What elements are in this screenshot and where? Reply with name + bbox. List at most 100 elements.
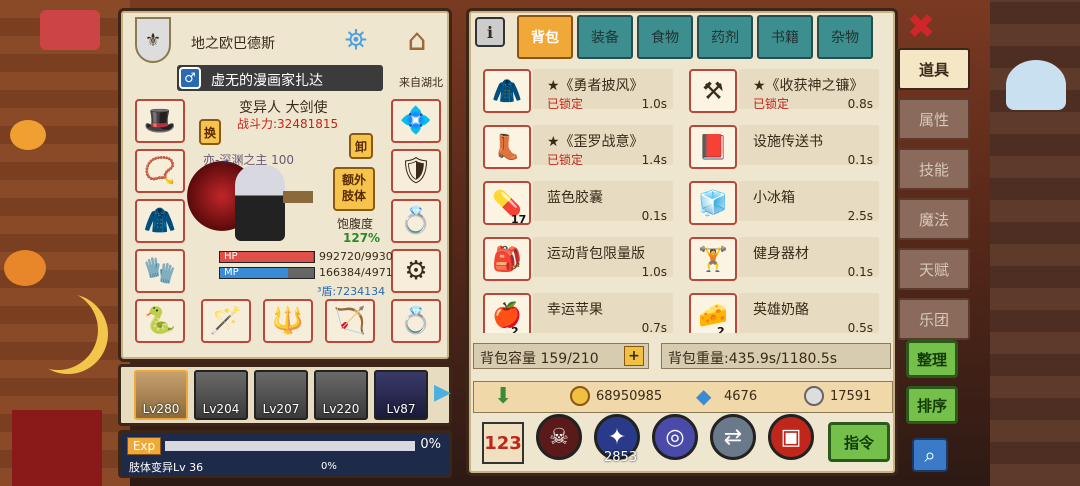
staff-icon: 🪄 <box>209 306 243 336</box>
red-cabinet <box>12 410 102 486</box>
tab-1[interactable]: 装备 <box>577 15 633 59</box>
item-locked: 已锁定 <box>547 153 584 167</box>
demon-skull-icon[interactable]: ☠ <box>536 414 582 460</box>
side-tab-2[interactable]: 技能 <box>898 148 970 190</box>
capacity-box: 背包容量 159/210 + <box>473 343 649 369</box>
satiety-label: 饱腹度 <box>337 217 374 231</box>
side-tab-4[interactable]: 天赋 <box>898 248 970 290</box>
hp-value: 992720/9930 <box>319 250 393 263</box>
accessory-slot[interactable]: 💍 <box>391 199 441 243</box>
party-member-2[interactable]: Lv204 <box>194 370 248 420</box>
swap-button[interactable]: 换 <box>199 119 221 145</box>
party-member-4[interactable]: Lv220 <box>314 370 368 420</box>
gun-icon <box>283 191 313 203</box>
item-weight: 0.5s <box>847 321 873 333</box>
party-member-5[interactable]: Lv87 <box>374 370 428 420</box>
weapon-slot-3[interactable]: 🏹 <box>325 299 375 343</box>
item-weight: 1.0s <box>641 265 667 279</box>
item-name: 幸运苹果 <box>547 302 603 318</box>
unload-button[interactable]: 卸 <box>349 133 373 159</box>
pumpkin-decoration <box>10 120 46 150</box>
hanger-icon[interactable]: ⌂ <box>389 17 445 63</box>
helmet-slot[interactable]: 🎩 <box>135 99 185 143</box>
gold-coin-icon <box>570 386 590 406</box>
swap-arrows-icon[interactable]: ⇄ <box>710 414 756 460</box>
inventory-item[interactable]: 🎒 运动背包限量版 1.0s <box>473 233 673 285</box>
tab-2[interactable]: 食物 <box>637 15 693 59</box>
extra-limb-button[interactable]: 额外 肢体 <box>333 167 375 211</box>
command-button[interactable]: 指令 <box>828 422 890 462</box>
item-weight: 1.4s <box>641 153 667 167</box>
weight-label: 背包重量:435.9s/1180.5s <box>668 351 838 367</box>
transfer-book-icon[interactable]: ▣ <box>768 414 814 460</box>
gem-slot[interactable]: 💠 <box>391 99 441 143</box>
limb-mutation-percent: 0% <box>321 461 337 472</box>
inventory-item[interactable]: 🧥 ★《勇者披风》 已锁定 1.0s <box>473 65 673 117</box>
inventory-item[interactable]: 💊 蓝色胶囊 0.1s 17 <box>473 177 673 229</box>
inventory-item[interactable]: 👢 ★《歪罗战意》 已锁定 1.4s <box>473 121 673 173</box>
belt-slot[interactable]: ⚙ <box>391 249 441 293</box>
amulet-icon: 📿 <box>143 156 177 186</box>
side-tab-1[interactable]: 属性 <box>898 98 970 140</box>
item-count: 17 <box>511 213 527 226</box>
weapon-slot-2[interactable]: 🔱 <box>263 299 313 343</box>
armor-slot[interactable]: 🧥 <box>135 199 185 243</box>
tab-3[interactable]: 药剂 <box>697 15 753 59</box>
gem-amount: 4676 <box>724 389 758 404</box>
side-tab-3[interactable]: 魔法 <box>898 198 970 240</box>
party-member-level: Lv280 <box>142 402 180 416</box>
magic-circle-icon[interactable]: ◎ <box>652 414 698 460</box>
necklace-slot[interactable]: 📿 <box>135 149 185 193</box>
exp-panel: Exp 0% 肢体变异Lv 36 0% <box>118 430 452 478</box>
apple-icon: 🍎 <box>483 293 531 333</box>
gear-armor-icon: ⚙ <box>404 256 428 286</box>
download-icon[interactable]: ⬇ <box>494 384 512 409</box>
info-icon[interactable]: ℹ <box>475 17 505 47</box>
inventory-item[interactable]: 🍎 幸运苹果 0.7s 2 <box>473 289 673 333</box>
tab-5[interactable]: 杂物 <box>817 15 873 59</box>
party-member-level: Lv207 <box>262 402 300 416</box>
sort-button[interactable]: 整理 <box>906 340 958 378</box>
item-name: 英雄奶酪 <box>753 302 809 318</box>
inventory-item[interactable]: 🧀 英雄奶酪 0.5s 2 <box>679 289 879 333</box>
currency-bar: ⬇ 68950985 ◆ 4676 17591 <box>473 381 893 413</box>
close-icon[interactable]: ✖ <box>904 7 938 47</box>
weapon-slot-1[interactable]: 🪄 <box>201 299 251 343</box>
numbered-list-icon[interactable]: 123 <box>482 422 524 464</box>
order-button[interactable]: 排序 <box>906 386 958 424</box>
item-name: 设施传送书 <box>753 134 823 150</box>
inventory-item[interactable]: 🧊 小冰箱 2.5s <box>679 177 879 229</box>
shoulder-slot[interactable]: 🛡 <box>391 149 441 193</box>
exp-percent: 0% <box>420 437 441 452</box>
tab-0[interactable]: 背包 <box>517 15 573 59</box>
mp-bar: MP <box>219 267 315 279</box>
gloves-slot[interactable]: 🧤 <box>135 249 185 293</box>
side-tab-5[interactable]: 乐团 <box>898 298 970 340</box>
expand-capacity-button[interactable]: + <box>624 346 644 366</box>
scythe-icon: ⚒ <box>689 69 737 113</box>
inventory-item[interactable]: ⚒ ★《收获神之镰》 已锁定 0.8s <box>679 65 879 117</box>
party-member-3[interactable]: Lv207 <box>254 370 308 420</box>
silver-amount: 17591 <box>830 389 872 404</box>
ring-slot-1[interactable]: 🐍 <box>135 299 185 343</box>
character-title: 虚无的漫画家扎达 <box>211 73 323 89</box>
item-name: ★《收获神之镰》 <box>753 78 864 94</box>
tab-4[interactable]: 书籍 <box>757 15 813 59</box>
backpack-icon: 🎒 <box>483 237 531 281</box>
arrow-right-icon[interactable]: ▶ <box>434 380 451 405</box>
overlay-text: 亦-深渊之主 100 <box>203 153 295 167</box>
item-locked: 已锁定 <box>547 97 584 111</box>
inventory-item[interactable]: 📕 设施传送书 0.1s <box>679 121 879 173</box>
serpent-ring-icon: 🐍 <box>143 306 177 336</box>
item-name: 运动背包限量版 <box>547 246 645 262</box>
ring-slot-2[interactable]: 💍 <box>391 299 441 343</box>
party-member-1[interactable]: Lv280 <box>134 370 188 420</box>
search-icon[interactable]: ⌕ <box>912 438 948 472</box>
bow-icon: 🏹 <box>333 306 367 336</box>
portal-icon[interactable]: ⛯ <box>333 17 379 63</box>
tophat-icon: 🎩 <box>143 106 177 136</box>
side-tab-0[interactable]: 道具 <box>898 48 970 90</box>
inventory-item[interactable]: 🏋 健身器材 0.1s <box>679 233 879 285</box>
item-weight: 0.8s <box>847 97 873 111</box>
exp-bar <box>165 441 415 451</box>
